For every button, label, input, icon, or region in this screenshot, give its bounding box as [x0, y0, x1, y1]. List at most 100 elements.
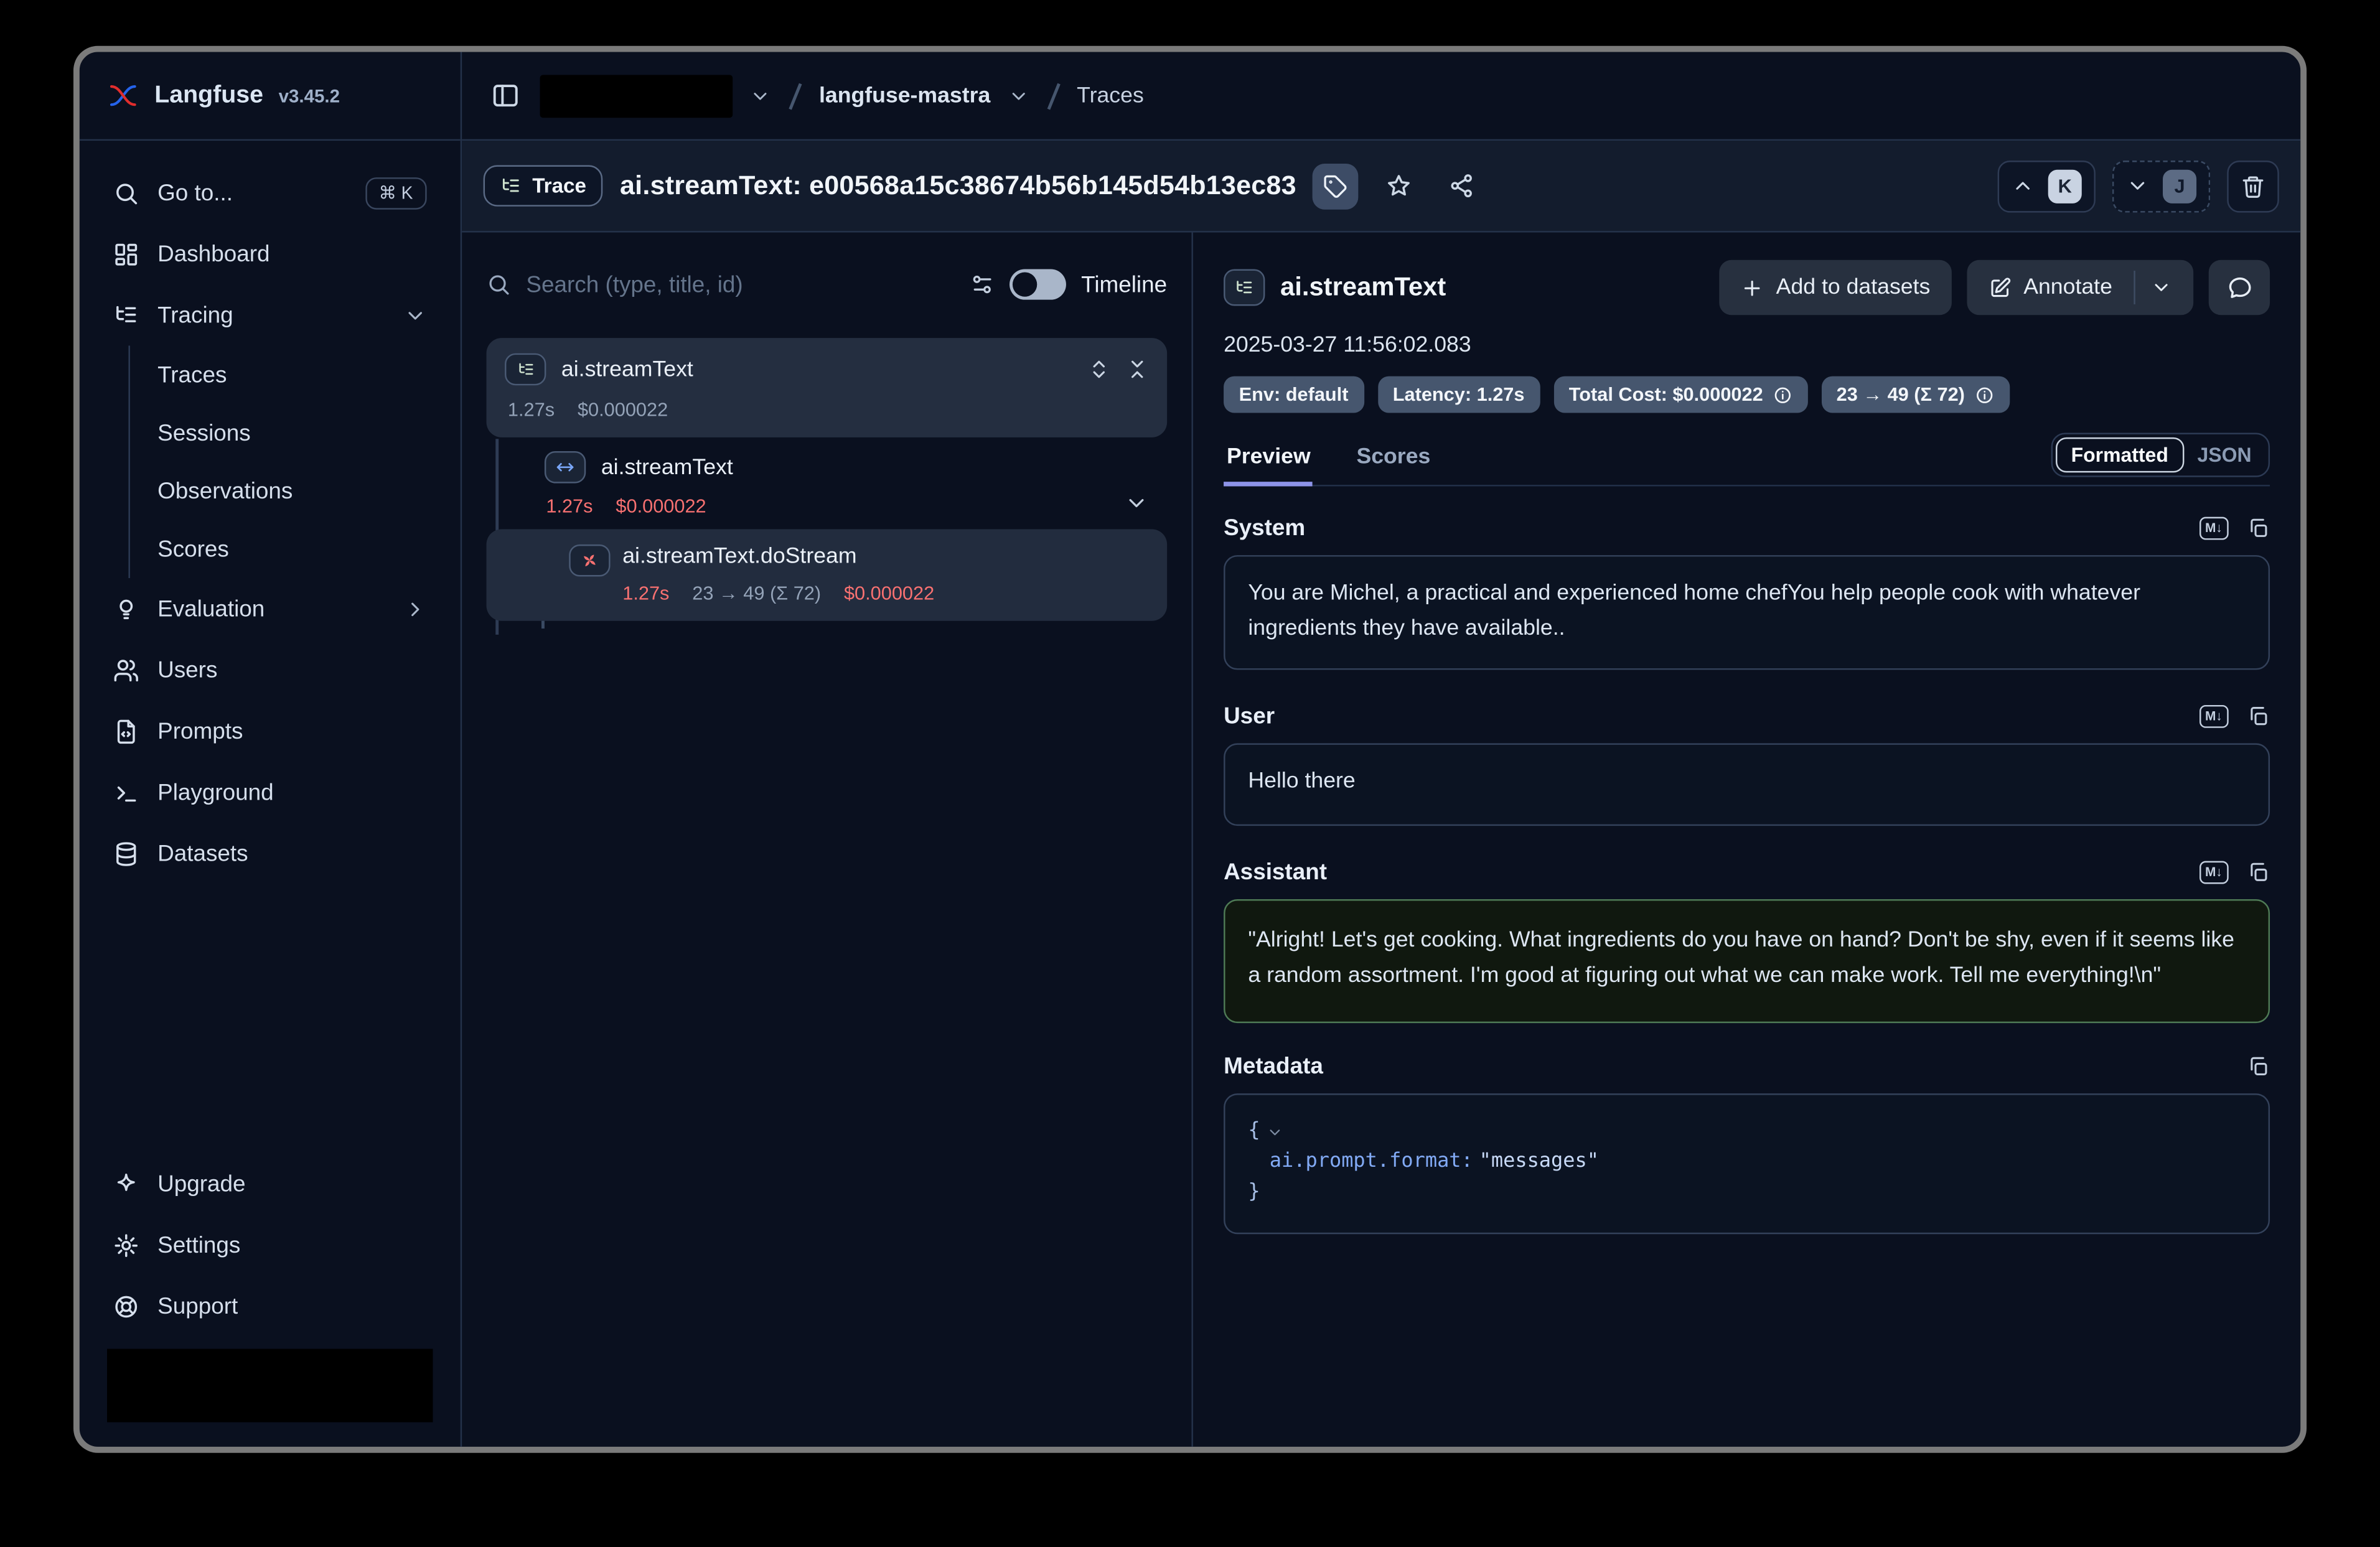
sidebar-item-upgrade[interactable]: Upgrade: [98, 1153, 442, 1214]
share-button[interactable]: [1438, 163, 1484, 209]
redacted-user-block: [107, 1349, 433, 1423]
filter-sliders-icon[interactable]: [970, 272, 994, 296]
observation-tree-panel: Timeline ai.streamText: [462, 233, 1193, 1447]
sidebar-item-users[interactable]: Users: [98, 639, 442, 700]
sidebar-item-evaluation[interactable]: Evaluation: [98, 578, 442, 639]
collapse-all-icon[interactable]: [1126, 358, 1149, 381]
sidebar-item-dashboard[interactable]: Dashboard: [98, 223, 442, 284]
trace-badge-label: Trace: [532, 174, 586, 197]
observation-detail-panel: ai.streamText Add to datasets Annotate: [1193, 233, 2300, 1447]
chevron-down-icon[interactable]: [1266, 1123, 1283, 1140]
sidebar-item-label: Observations: [157, 478, 293, 504]
json-open-brace: {: [1248, 1116, 1260, 1147]
redacted-org-name[interactable]: [540, 74, 733, 117]
node-latency: 1.27s: [508, 399, 555, 420]
sidebar-item-label: Upgrade: [157, 1171, 427, 1197]
tree-node-child[interactable]: ai.streamText 1.27s $0.000022: [545, 451, 1167, 517]
timeline-toggle[interactable]: [1010, 269, 1066, 300]
trace-title-bar: Trace ai.streamText: e00568a15c38674b56b…: [462, 141, 2300, 232]
tab-scores[interactable]: Scores: [1354, 445, 1434, 485]
breadcrumb-divider: [789, 82, 801, 108]
sidebar-item-sessions[interactable]: Sessions: [139, 404, 443, 462]
sidebar-item-traces[interactable]: Traces: [139, 345, 443, 403]
breadcrumb-project[interactable]: langfuse-mastra: [819, 83, 990, 108]
chevron-down-icon[interactable]: [749, 85, 771, 106]
json-value: "messages": [1479, 1147, 1599, 1177]
node-latency: 1.27s: [546, 495, 593, 516]
annotate-label: Annotate: [2023, 275, 2112, 299]
user-message-box: Hello there: [1224, 743, 2270, 826]
detail-title: ai.streamText: [1280, 272, 1704, 302]
copy-icon[interactable]: [2247, 1055, 2270, 1078]
sidebar-bottom-group: Upgrade Settings Support: [98, 1153, 442, 1447]
sidebar-item-label: Dashboard: [157, 241, 427, 267]
tab-preview[interactable]: Preview: [1224, 445, 1314, 485]
tree-search-row: Timeline: [487, 257, 1168, 312]
goto-shortcut-badge: ⌘ K: [365, 177, 426, 209]
info-icon[interactable]: [1974, 385, 1994, 404]
sidebar-item-support[interactable]: Support: [98, 1276, 442, 1337]
json-key: ai.prompt.format:: [1270, 1147, 1473, 1177]
nav-next-button[interactable]: J: [2112, 160, 2210, 212]
stream-node-icon: [569, 544, 610, 577]
terminal-icon: [113, 779, 139, 805]
markdown-toggle-icon[interactable]: M↓: [2199, 861, 2229, 884]
delete-trace-button[interactable]: [2227, 160, 2279, 212]
langfuse-logo-icon: [107, 83, 139, 109]
markdown-toggle-icon[interactable]: M↓: [2199, 517, 2229, 540]
user-message-text: Hello there: [1248, 769, 1355, 793]
sidebar-item-label: Playground: [157, 779, 427, 805]
node-latency: 1.27s: [622, 582, 669, 604]
dashboard-icon: [113, 241, 139, 267]
markdown-toggle-icon[interactable]: M↓: [2199, 705, 2229, 727]
tag-button[interactable]: [1313, 163, 1359, 209]
expand-all-icon[interactable]: [1087, 358, 1110, 381]
annotate-button[interactable]: Annotate: [1967, 260, 2193, 315]
star-button[interactable]: [1376, 163, 1422, 209]
tree-node-root[interactable]: ai.streamText 1.27s: [487, 338, 1168, 437]
add-to-datasets-button[interactable]: Add to datasets: [1720, 260, 1952, 315]
sidebar-item-scores[interactable]: Scores: [139, 520, 443, 578]
tree-search-input[interactable]: [526, 271, 954, 297]
content-row: Timeline ai.streamText: [462, 233, 2300, 1447]
system-message-box: You are Michel, a practical and experien…: [1224, 555, 2270, 670]
node-cost: $0.000022: [578, 399, 668, 420]
trace-title: ai.streamText: e00568a15c38674b56b145d54…: [620, 170, 1296, 202]
sidebar-item-goto[interactable]: Go to... ⌘ K: [98, 162, 442, 223]
info-icon[interactable]: [1772, 385, 1792, 404]
comments-button[interactable]: [2209, 260, 2270, 315]
breadcrumb-page[interactable]: Traces: [1077, 83, 1144, 108]
sidebar-item-observations[interactable]: Observations: [139, 462, 443, 520]
sidebar-item-label: Settings: [157, 1232, 427, 1258]
chevron-down-icon[interactable]: [1007, 85, 1028, 106]
tree-node-leaf-selected[interactable]: ai.streamText.doStream 1.27s 23 → 49 (Σ …: [487, 529, 1168, 620]
metadata-json-box: { ai.prompt.format: "messages" }: [1224, 1093, 2270, 1235]
sidebar-item-label: Prompts: [157, 718, 427, 744]
sidebar-item-label: Evaluation: [157, 596, 385, 622]
node-tokens: 23 → 49 (Σ 72): [692, 582, 821, 604]
copy-icon[interactable]: [2247, 705, 2270, 728]
users-icon: [113, 657, 139, 683]
sidebar: Langfuse v3.45.2 Go to... ⌘ K Dashboard: [80, 52, 462, 1447]
copy-icon[interactable]: [2247, 861, 2270, 884]
json-close-brace: }: [1248, 1178, 1260, 1208]
copy-icon[interactable]: [2247, 517, 2270, 540]
generation-node-icon: [545, 451, 586, 484]
latency-badge: Latency: 1.27s: [1377, 376, 1540, 413]
panel-left-toggle-icon[interactable]: [487, 77, 523, 114]
chevron-down-icon[interactable]: [1124, 491, 1148, 515]
sidebar-item-settings[interactable]: Settings: [98, 1214, 442, 1275]
format-json-option[interactable]: JSON: [2183, 439, 2265, 471]
sidebar-item-datasets[interactable]: Datasets: [98, 823, 442, 884]
app-window: Langfuse v3.45.2 Go to... ⌘ K Dashboard: [73, 46, 2307, 1453]
sidebar-item-playground[interactable]: Playground: [98, 762, 442, 823]
format-formatted-option[interactable]: Formatted: [2056, 437, 2183, 473]
screenshot-stage: Langfuse v3.45.2 Go to... ⌘ K Dashboard: [0, 0, 2380, 1547]
trace-tree: ai.streamText 1.27s: [487, 338, 1168, 621]
sidebar-item-tracing[interactable]: Tracing: [98, 284, 442, 345]
node-cost: $0.000022: [616, 495, 706, 516]
nav-previous-button[interactable]: K: [1998, 160, 2096, 212]
section-title: User: [1224, 703, 2181, 729]
sidebar-item-prompts[interactable]: Prompts: [98, 701, 442, 762]
annotate-dropdown-chevron-icon[interactable]: [2150, 277, 2172, 298]
